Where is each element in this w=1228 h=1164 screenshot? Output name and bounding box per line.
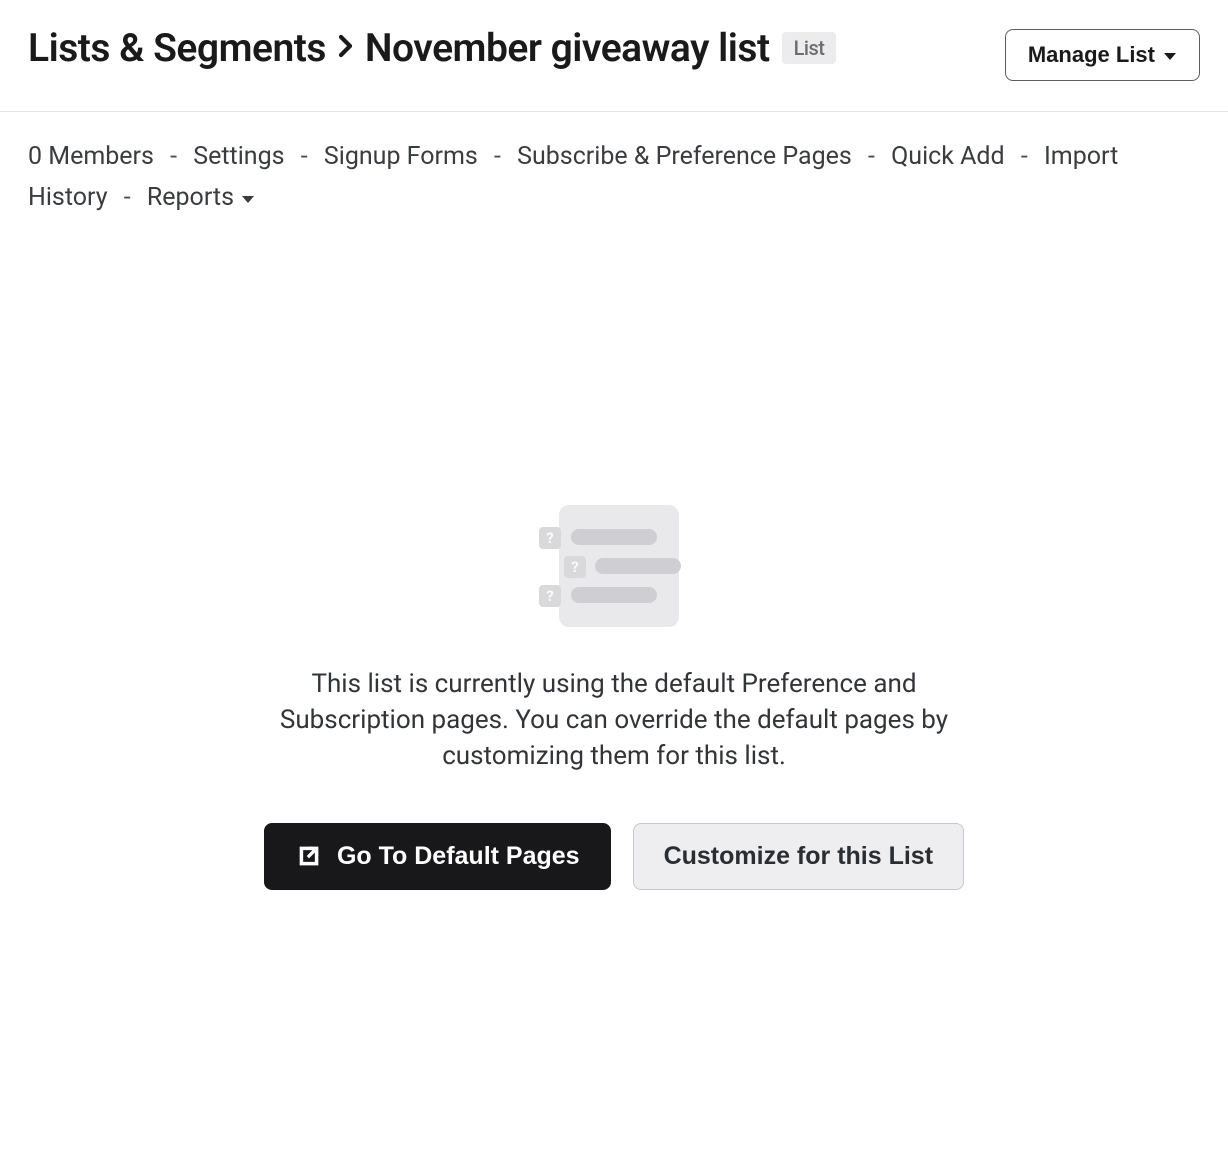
- page-header: Lists & Segments November giveaway list …: [0, 0, 1228, 111]
- breadcrumb: Lists & Segments November giveaway list …: [28, 25, 836, 71]
- chevron-right-icon: [338, 31, 353, 66]
- nav-separator: -: [301, 142, 308, 171]
- nav-signup-forms[interactable]: Signup Forms: [324, 142, 478, 171]
- empty-state-message: This list is currently using the default…: [234, 666, 994, 775]
- breadcrumb-parent[interactable]: Lists & Segments: [28, 25, 326, 71]
- nav-reports[interactable]: Reports: [147, 177, 255, 218]
- customize-label: Customize for this List: [664, 842, 933, 871]
- nav-separator: -: [170, 142, 177, 171]
- go-to-default-pages-button[interactable]: Go To Default Pages: [264, 823, 611, 890]
- caret-down-icon: [241, 177, 255, 218]
- empty-state-actions: Go To Default Pages Customize for this L…: [234, 823, 994, 890]
- default-pages-label: Go To Default Pages: [337, 842, 580, 871]
- svg-text:?: ?: [546, 587, 553, 605]
- nav-reports-label: Reports: [147, 177, 234, 218]
- nav-members[interactable]: 0 Members: [28, 142, 154, 171]
- customize-for-list-button[interactable]: Customize for this List: [633, 823, 964, 890]
- empty-state-illustration-icon: ? ? ?: [539, 499, 689, 638]
- nav-separator: -: [124, 183, 131, 212]
- svg-text:?: ?: [571, 558, 578, 576]
- external-link-icon: [295, 842, 323, 870]
- nav-settings[interactable]: Settings: [193, 142, 284, 171]
- breadcrumb-current: November giveaway list: [365, 25, 770, 71]
- nav-separator: -: [494, 142, 501, 171]
- manage-list-label: Manage List: [1028, 42, 1155, 68]
- list-subnav: 0 Members - Settings - Signup Forms - Su…: [0, 112, 1228, 219]
- empty-state: ? ? ? This list is currently using the d…: [234, 499, 994, 890]
- manage-list-button[interactable]: Manage List: [1005, 29, 1200, 81]
- list-type-badge: List: [782, 32, 837, 64]
- nav-quick-add[interactable]: Quick Add: [891, 142, 1005, 171]
- nav-subscribe-pages[interactable]: Subscribe & Preference Pages: [517, 142, 852, 171]
- caret-down-icon: [1163, 42, 1177, 68]
- nav-separator: -: [868, 142, 875, 171]
- nav-separator: -: [1021, 142, 1028, 171]
- svg-text:?: ?: [546, 529, 553, 547]
